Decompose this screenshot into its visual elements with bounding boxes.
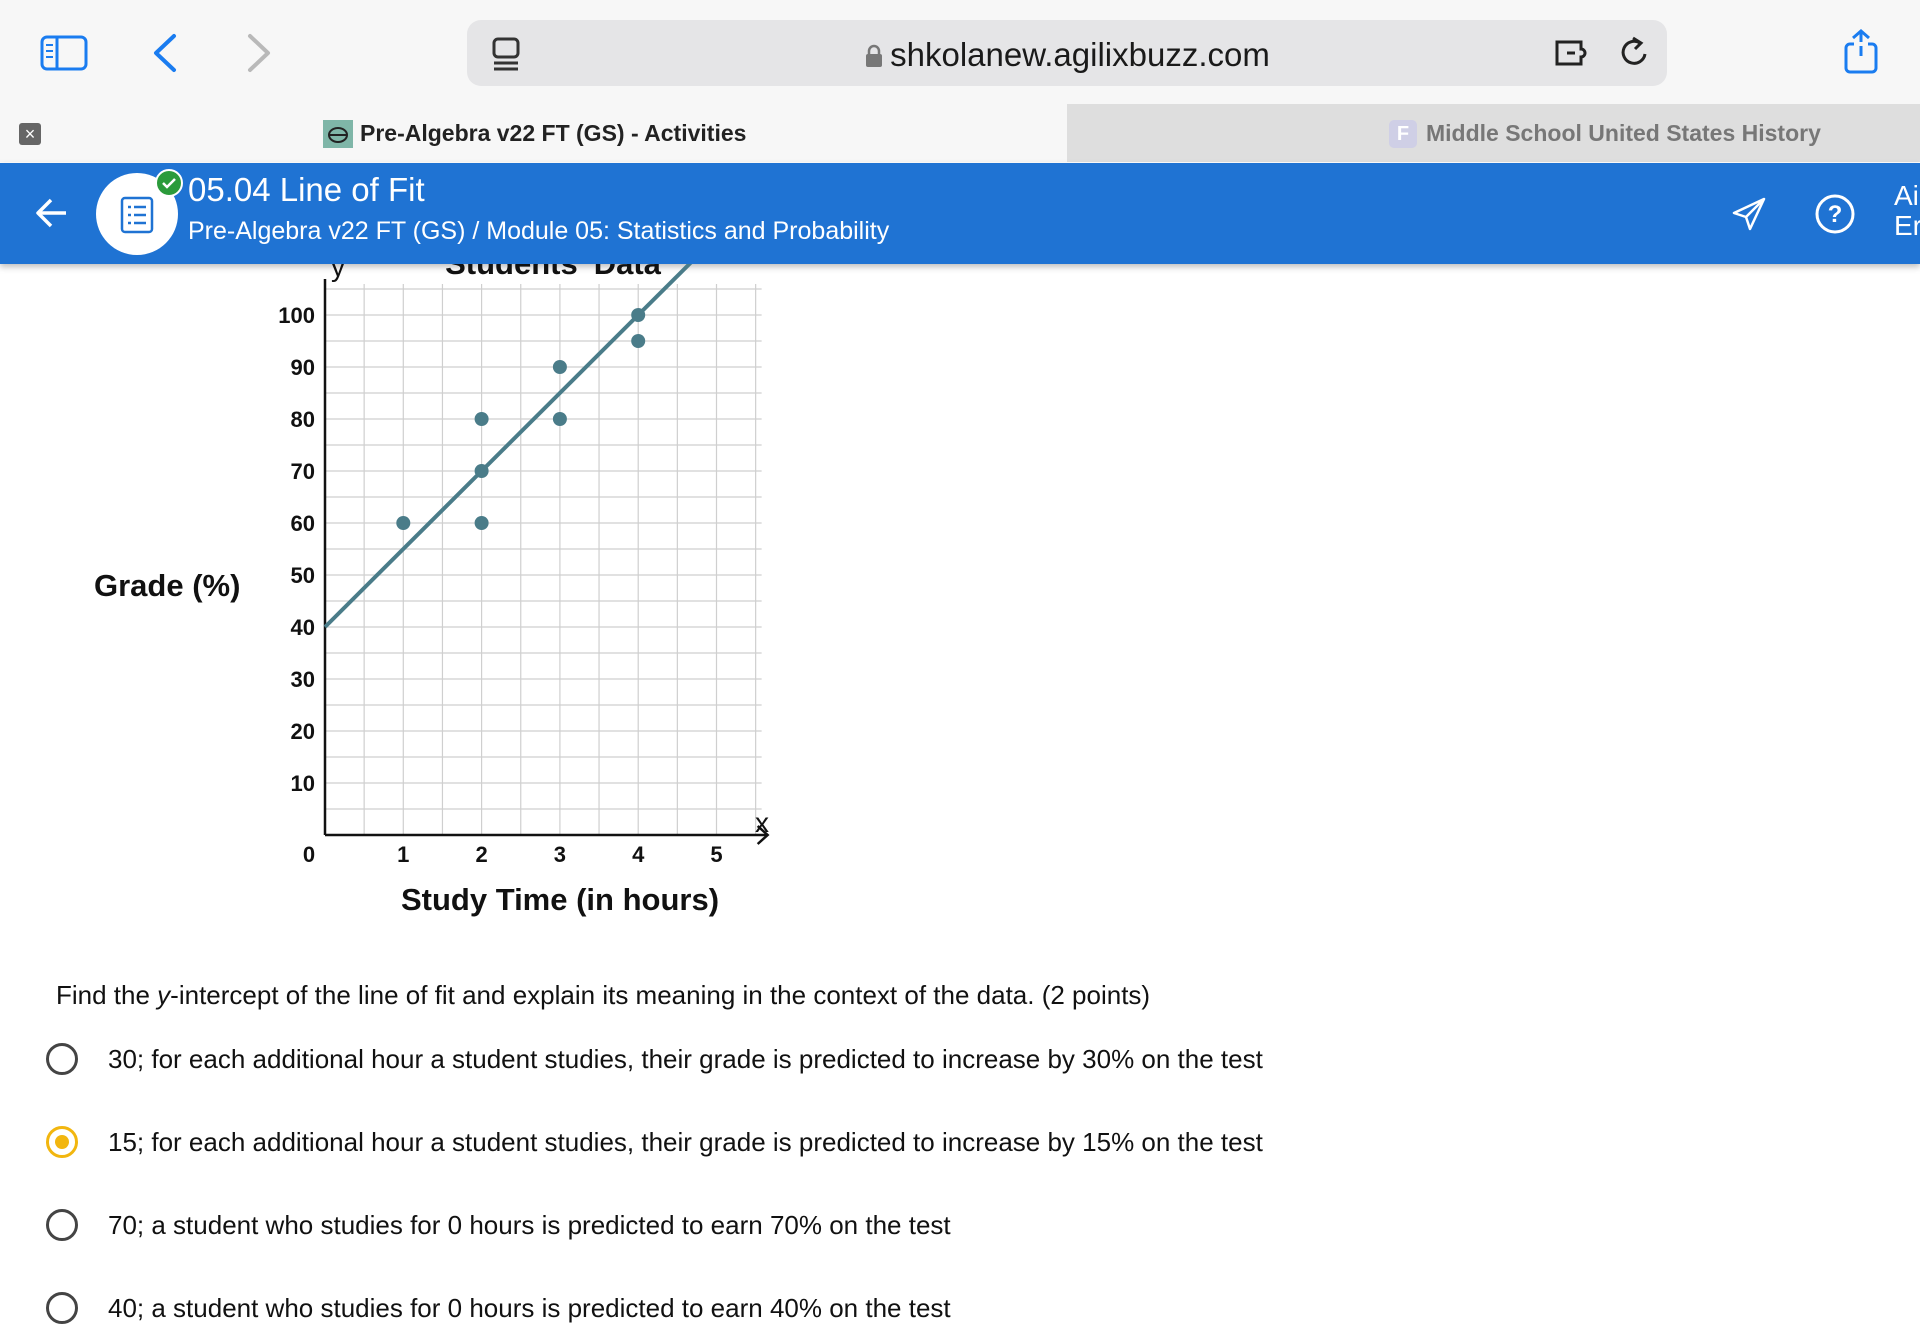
y-axis-letter: y	[331, 264, 345, 282]
buzz-favicon-icon	[323, 120, 353, 148]
data-point	[631, 334, 646, 348]
checklist-icon	[120, 196, 154, 234]
data-point	[552, 360, 567, 374]
tab-title-activities: Pre-Algebra v22 FT (GS) - Activities	[360, 120, 747, 146]
back-arrow-icon[interactable]	[34, 196, 70, 230]
tab-us-history[interactable]: F Middle School United States History	[1067, 104, 1920, 162]
x-tick-label: 2	[475, 842, 487, 867]
tab-bar: × Pre-Algebra v22 FT (GS) - Activities F…	[0, 104, 1920, 162]
tab-pre-algebra[interactable]: × Pre-Algebra v22 FT (GS) - Activities	[0, 104, 1067, 162]
option-label[interactable]: 15; for each additional hour a student s…	[108, 1127, 1263, 1158]
url-display: shkolanew.agilixbuzz.com	[467, 36, 1667, 74]
send-icon[interactable]	[1730, 195, 1768, 233]
data-point	[631, 308, 646, 322]
y-tick-label: 50	[291, 563, 315, 588]
forward-icon[interactable]	[244, 32, 274, 74]
x-tick-label: 5	[710, 842, 722, 867]
y-tick-label: 100	[278, 303, 315, 328]
breadcrumb[interactable]: Pre-Algebra v22 FT (GS) / Module 05: Sta…	[188, 217, 889, 246]
activity-title: 05.04 Line of Fit	[188, 171, 425, 208]
back-icon[interactable]	[150, 32, 180, 74]
radio-button[interactable]	[46, 1126, 78, 1158]
radio-button[interactable]	[46, 1209, 78, 1241]
extension-icon[interactable]	[1553, 36, 1595, 70]
share-icon[interactable]	[1842, 28, 1880, 76]
data-point	[474, 412, 489, 426]
y-tick-label: 80	[291, 407, 315, 432]
activity-header: 05.04 Line of Fit Pre-Algebra v22 FT (GS…	[0, 163, 1920, 264]
sidebar-toggle-icon[interactable]	[40, 35, 88, 71]
user-initials: Ai Er	[1894, 180, 1920, 241]
y-tick-label: 90	[291, 355, 315, 380]
x-tick-label: 1	[397, 842, 409, 867]
history-favicon-icon: F	[1389, 120, 1417, 148]
data-point	[474, 516, 489, 530]
help-icon[interactable]: ?	[1814, 193, 1856, 235]
origin-label: 0	[303, 842, 315, 867]
radio-button[interactable]	[46, 1292, 78, 1324]
x-axis-letter: x	[755, 807, 769, 838]
y-tick-label: 10	[291, 771, 315, 796]
y-axis-label: Grade (%)	[94, 568, 241, 603]
x-tick-label: 4	[632, 842, 645, 867]
y-tick-label: 20	[291, 719, 315, 744]
tab-title-history: Middle School United States History	[1426, 120, 1821, 146]
question-prompt: Find the y-intercept of the line of fit …	[56, 980, 1151, 1010]
x-tick-label: 3	[554, 842, 566, 867]
radio-button[interactable]	[46, 1043, 78, 1075]
scatter-chart: 10 20 30 40 50 60 70 80 90 100 1 2 3 4 5 Students' Dat…	[278, 264, 770, 917]
svg-text:?: ?	[1828, 201, 1843, 228]
close-tab-icon[interactable]: ×	[19, 123, 41, 145]
option-label[interactable]: 40; a student who studies for 0 hours is…	[108, 1293, 951, 1324]
y-tick-label: 60	[291, 511, 315, 536]
completed-check-icon	[155, 169, 183, 197]
y-tick-label: 40	[291, 615, 315, 640]
y-tick-label: 30	[291, 667, 315, 692]
y-tick-label: 70	[291, 459, 315, 484]
option-label[interactable]: 30; for each additional hour a student s…	[108, 1044, 1263, 1075]
address-bar[interactable]: shkolanew.agilixbuzz.com	[467, 20, 1667, 86]
reload-icon[interactable]	[1617, 34, 1653, 72]
browser-toolbar: shkolanew.agilixbuzz.com	[0, 0, 1920, 104]
chart-title: Students' Data	[445, 264, 662, 281]
url-text: shkolanew.agilixbuzz.com	[890, 36, 1270, 73]
data-point	[474, 464, 489, 478]
option-label[interactable]: 70; a student who studies for 0 hours is…	[108, 1210, 951, 1241]
data-point	[552, 412, 567, 426]
x-axis-label: Study Time (in hours)	[401, 882, 719, 917]
lock-icon	[866, 44, 883, 67]
data-point	[396, 516, 411, 530]
